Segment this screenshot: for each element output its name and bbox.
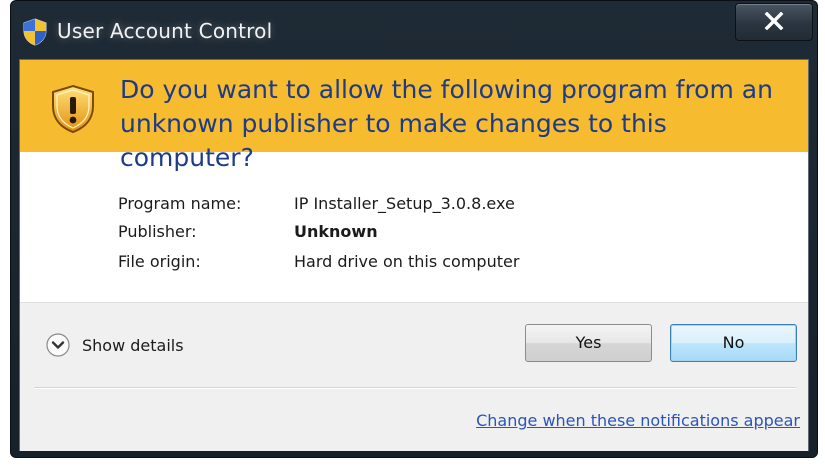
change-notifications-link[interactable]: Change when these notifications appear — [476, 411, 800, 430]
window-title: User Account Control — [57, 19, 273, 43]
file-origin-value: Hard drive on this computer — [294, 252, 520, 271]
uac-question: Do you want to allow the following progr… — [120, 75, 773, 172]
program-name-label: Program name: — [118, 194, 242, 213]
yes-button[interactable]: Yes — [525, 324, 652, 362]
uac-dialog-window: User Account Control Do you want to allo… — [10, 0, 818, 458]
warning-shield-icon — [50, 84, 96, 134]
dialog-body: Do you want to allow the following progr… — [19, 59, 809, 451]
close-button[interactable] — [735, 3, 813, 41]
file-origin-label: File origin: — [118, 252, 201, 271]
show-details-label[interactable]: Show details — [82, 336, 184, 355]
publisher-value: Unknown — [294, 222, 378, 241]
chevron-down-circle-icon[interactable] — [46, 333, 70, 357]
title-bar[interactable]: User Account Control — [11, 1, 817, 59]
no-button[interactable]: No — [670, 324, 797, 362]
program-name-value: IP Installer_Setup_3.0.8.exe — [294, 194, 515, 213]
publisher-label: Publisher: — [118, 222, 197, 241]
uac-shield-icon — [22, 18, 48, 46]
dialog-footer: Show details Yes No Change when these no… — [20, 302, 808, 451]
close-icon — [764, 12, 784, 30]
warning-banner: Do you want to allow the following progr… — [20, 60, 808, 172]
footer-divider — [34, 387, 796, 389]
